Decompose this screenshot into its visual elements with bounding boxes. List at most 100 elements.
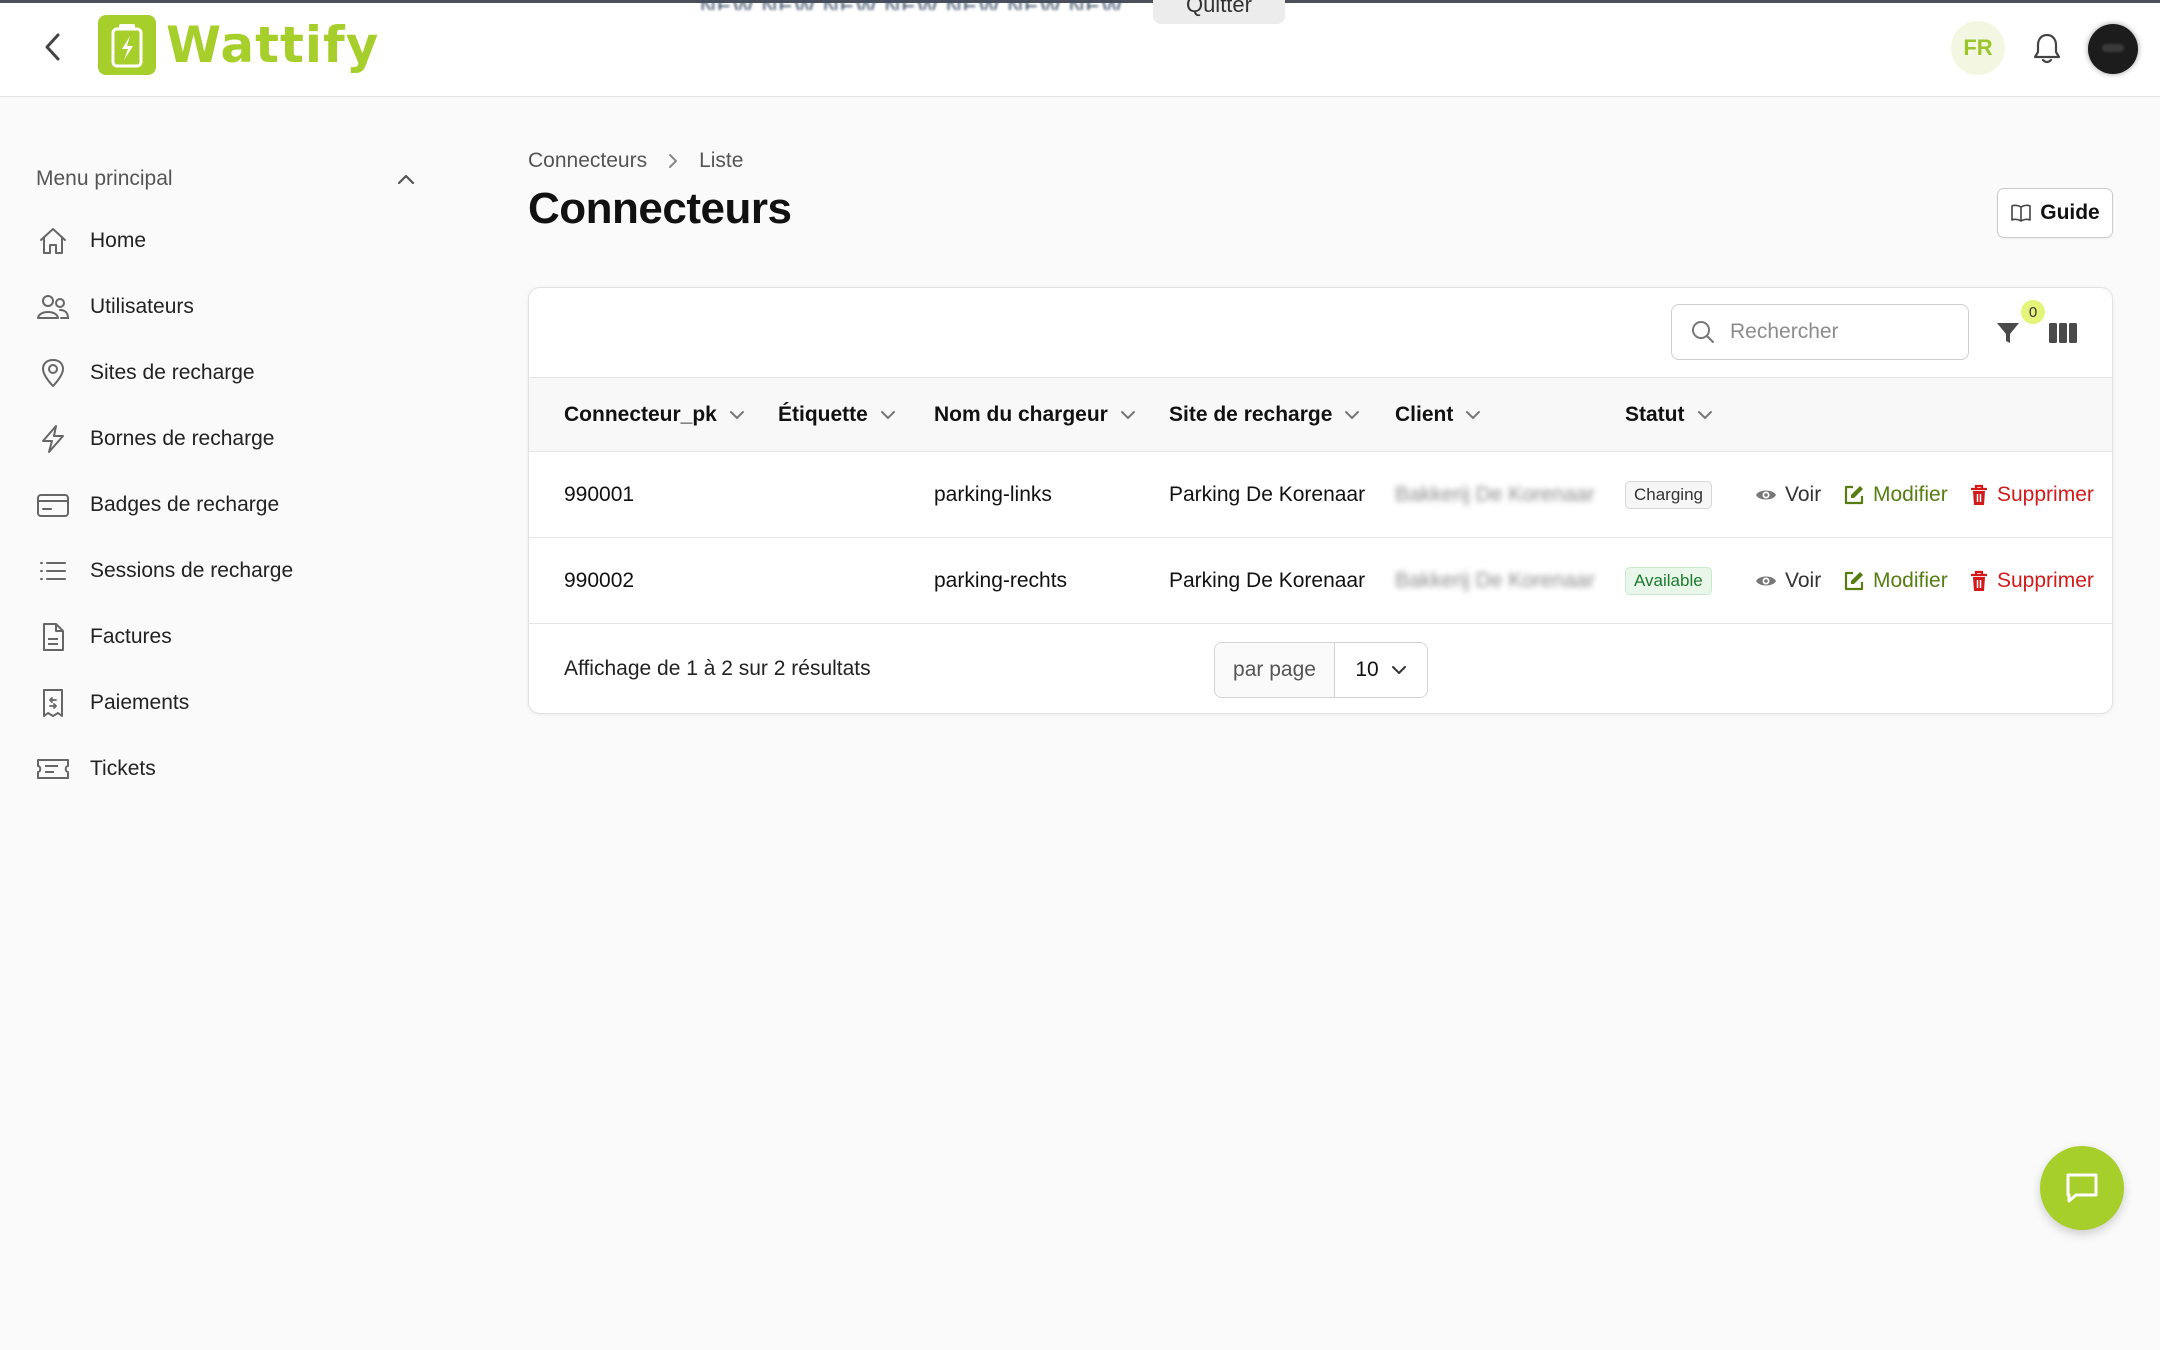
sidebar-item-invoices[interactable]: Factures (36, 613, 416, 661)
breadcrumb: Connecteurs Liste (528, 146, 743, 176)
per-page-select[interactable]: 10 (1335, 643, 1427, 697)
eye-icon (1756, 576, 1776, 586)
cell-connector-pk: 990001 (564, 483, 635, 506)
column-header-label: Client (1395, 403, 1454, 426)
trash-icon (1971, 484, 1987, 505)
cell-charger-name: parking-rechts (934, 569, 1068, 592)
sidebar-item-users[interactable]: Utilisateurs (36, 283, 416, 331)
language-switcher[interactable]: FR (1951, 21, 2005, 75)
users-icon (36, 290, 70, 324)
chevron-right-icon (667, 152, 679, 170)
chevron-down-icon (729, 410, 745, 420)
search-input[interactable] (1730, 320, 1950, 344)
chevron-down-icon (1697, 410, 1713, 420)
view-label: Voir (1785, 569, 1822, 592)
quit-button[interactable]: Quitter (1152, 0, 1285, 24)
sidebar-item-label: Home (90, 229, 147, 252)
column-header-label-tag[interactable]: Étiquette (778, 378, 896, 452)
sidebar-item-charging-badges[interactable]: Badges de recharge (36, 481, 416, 529)
sidebar-item-charging-stations[interactable]: Bornes de recharge (36, 415, 416, 463)
impersonation-text: NEW NEW NEW NEW NEW NEW NEW (700, 0, 1123, 10)
column-header-client[interactable]: Client (1395, 378, 1481, 452)
cell-charger-name: parking-links (934, 483, 1052, 506)
column-header-label: Statut (1625, 403, 1685, 426)
search-field[interactable] (1671, 304, 1969, 360)
cell-charging-site: Parking De Korenaar (1169, 569, 1366, 592)
list-icon (36, 554, 70, 588)
battery-logo-icon (98, 15, 156, 75)
column-header-charging-site[interactable]: Site de recharge (1169, 378, 1360, 452)
breadcrumb-item-liste: Liste (699, 149, 744, 172)
edit-button[interactable]: Modifier (1843, 538, 1948, 624)
delete-label: Supprimer (1997, 569, 2094, 592)
chevron-down-icon (880, 410, 896, 420)
wattify-logo[interactable]: Wattify (98, 14, 379, 76)
sidebar-item-label: Utilisateurs (90, 295, 194, 318)
sidebar-item-label: Sites de recharge (90, 361, 255, 384)
column-header-connector-pk[interactable]: Connecteur_pk (564, 378, 745, 452)
edit-label: Modifier (1873, 483, 1948, 506)
delete-label: Supprimer (1997, 483, 2094, 506)
column-header-charger-name[interactable]: Nom du chargeur (934, 378, 1136, 452)
document-icon (36, 620, 70, 654)
column-header-label: Étiquette (778, 403, 868, 426)
sidebar-item-home[interactable]: Home (36, 217, 416, 265)
column-header-label: Nom du chargeur (934, 403, 1108, 426)
page-title: Connecteurs (528, 184, 792, 233)
connectors-table-card: 0 Connecteur_pk Étiquette Nom du chargeu… (528, 287, 2113, 714)
search-icon (1692, 321, 1714, 343)
status-badge: Available (1625, 567, 1712, 595)
edit-icon (1844, 571, 1864, 591)
eye-icon (1756, 490, 1776, 500)
sidebar-item-label: Bornes de recharge (90, 427, 275, 450)
sidebar-item-charging-sessions[interactable]: Sessions de recharge (36, 547, 416, 595)
delete-button[interactable]: Supprimer (1969, 538, 2094, 624)
filter-count-badge: 0 (2021, 300, 2045, 324)
sidebar-item-label: Tickets (90, 757, 156, 780)
column-header-status[interactable]: Statut (1625, 378, 1713, 452)
card-icon (36, 488, 70, 522)
guide-button[interactable]: Guide (1997, 188, 2113, 238)
home-icon (36, 224, 70, 258)
cell-client: Bakkerij De Korenaar (1395, 569, 1595, 592)
user-avatar[interactable] (2088, 24, 2138, 74)
sidebar-item-label: Paiements (90, 691, 190, 714)
filter-icon (1997, 323, 2019, 343)
top-header: NEW NEW NEW NEW NEW NEW NEW Quitter Watt… (0, 0, 2160, 97)
chevron-up-icon (397, 174, 415, 185)
breadcrumb-item-connecteurs[interactable]: Connecteurs (528, 149, 647, 173)
ticket-icon (36, 752, 70, 786)
main-menu-header[interactable]: Menu principal (36, 162, 416, 196)
guide-label: Guide (2040, 201, 2100, 224)
back-button[interactable] (36, 30, 70, 64)
sidebar-item-tickets[interactable]: Tickets (36, 745, 416, 793)
cell-client: Bakkerij De Korenaar (1395, 483, 1595, 506)
per-page-value: 10 (1355, 658, 1379, 681)
sidebar-item-charging-sites[interactable]: Sites de recharge (36, 349, 416, 397)
notifications-button[interactable] (2030, 30, 2064, 66)
table-footer: Affichage de 1 à 2 sur 2 résultats par p… (529, 624, 2112, 714)
chevron-left-icon (45, 33, 60, 61)
view-button[interactable]: Voir (1755, 538, 1821, 624)
column-header-label: Connecteur_pk (564, 403, 717, 426)
chat-icon (2066, 1173, 2098, 1203)
delete-button[interactable]: Supprimer (1969, 452, 2094, 538)
cell-status: Charging (1625, 452, 1712, 538)
chevron-down-icon (1120, 410, 1136, 420)
view-button[interactable]: Voir (1755, 452, 1821, 538)
table-toolbar: 0 (529, 288, 2112, 378)
columns-icon (2049, 323, 2077, 343)
table-header: Connecteur_pk Étiquette Nom du chargeur … (529, 378, 2112, 452)
book-open-icon (2011, 204, 2032, 222)
column-header-label: Site de recharge (1169, 403, 1333, 426)
table-row: 990002 parking-rechts Parking De Korenaa… (529, 538, 2112, 624)
chat-button[interactable] (2040, 1146, 2124, 1230)
sidebar-item-payments[interactable]: Paiements (36, 679, 416, 727)
per-page-control: par page 10 (1214, 642, 1428, 698)
columns-button[interactable] (2047, 318, 2079, 348)
cell-charging-site: Parking De Korenaar (1169, 483, 1366, 506)
edit-button[interactable]: Modifier (1843, 452, 1948, 538)
main-menu-title: Menu principal (36, 167, 173, 190)
per-page-label: par page (1215, 643, 1335, 697)
filter-button[interactable] (1993, 318, 2023, 348)
